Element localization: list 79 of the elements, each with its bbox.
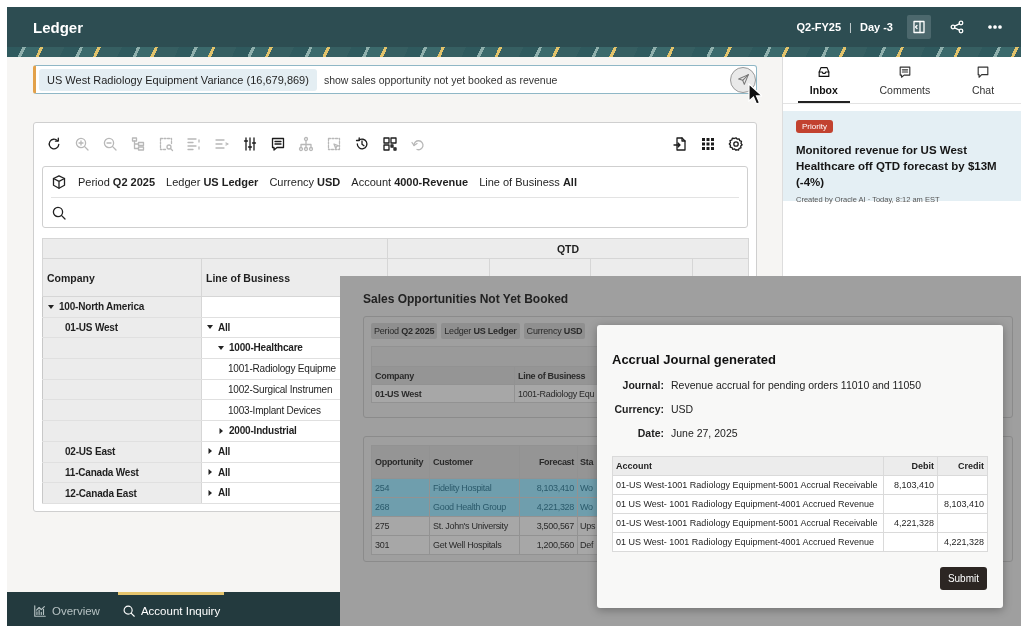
line-of-business-label: 2000-Industrial <box>229 425 297 437</box>
company-label: 02-US East <box>65 446 116 458</box>
apps-grid-icon[interactable] <box>700 136 716 152</box>
day-label: Day -3 <box>859 21 893 33</box>
comment-icon[interactable] <box>270 136 286 152</box>
column-header: Company <box>42 258 202 297</box>
filter-label[interactable]: Currency USD <box>269 176 341 188</box>
company-label: 01-US West <box>65 322 118 334</box>
filter-chip[interactable]: Period Q2 2025 <box>371 323 438 339</box>
expand-caret-icon[interactable] <box>217 426 225 435</box>
line-of-business-label: All <box>218 466 231 478</box>
refresh-icon[interactable] <box>46 136 62 152</box>
column-header: Debit <box>883 456 938 476</box>
sliders-icon[interactable] <box>242 136 258 152</box>
settings-icon[interactable] <box>728 136 744 152</box>
app-title: Ledger <box>33 18 83 36</box>
dialog-title: Accrual Journal generated <box>612 352 777 367</box>
expand-caret-icon[interactable] <box>206 468 214 477</box>
table-row[interactable]: 301 Get Well Hospitals 1,200,560 Def <box>371 535 598 555</box>
line-of-business-label: 1003-Implant Devices <box>228 404 321 416</box>
comment-icon <box>897 64 912 79</box>
field-label: Currency: <box>613 403 664 415</box>
panel-toggle-icon[interactable] <box>907 15 931 39</box>
expand-caret-icon[interactable] <box>206 447 214 456</box>
column-header: QTD <box>387 238 749 259</box>
filter-label[interactable]: Line of Business All <box>479 176 577 188</box>
filter-label[interactable]: Period Q2 2025 <box>78 176 156 188</box>
line-of-business-label: All <box>218 321 231 333</box>
column-header: Forecast <box>519 445 578 479</box>
line-of-business-label: 1001-Radiology Equipme <box>228 363 336 375</box>
cube-icon[interactable] <box>51 174 67 190</box>
panel-tab[interactable]: Chat <box>959 57 1007 103</box>
field-value: Revenue accrual for pending orders 11010 and 11050 <box>671 379 923 391</box>
filter-label[interactable]: Ledger US Ledger <box>166 176 259 188</box>
notification-title: Monitored revenue for US West Healthcare off QTD forecast by $13M (-4%) <box>796 143 998 190</box>
send-icon <box>736 73 750 86</box>
filter-chip[interactable]: Ledger US Ledger <box>441 323 520 339</box>
company-label: 12-Canada East <box>65 487 137 499</box>
context-chip[interactable]: US West Radiology Equipment Variance (16,679,869) <box>39 68 317 91</box>
column-header: Customer <box>429 445 520 479</box>
column-header: Credit <box>937 456 988 476</box>
filter-chip[interactable]: Currency USD <box>523 323 586 339</box>
history-icon[interactable] <box>354 136 370 152</box>
chat-icon <box>976 64 991 79</box>
period-label: Q2-FY25 <box>796 21 842 33</box>
nav-tab[interactable]: Overview <box>29 592 104 626</box>
collapse-caret-icon[interactable] <box>47 302 55 311</box>
mouse-cursor-icon <box>748 83 762 105</box>
send-button[interactable] <box>730 66 756 93</box>
export-icon[interactable] <box>672 136 688 152</box>
column-header: Opportunity <box>371 445 430 479</box>
chart-icon <box>33 603 47 618</box>
panel-tab[interactable]: Inbox <box>797 57 850 103</box>
line-of-business-label: 1000-Healthcare <box>229 342 303 354</box>
column-header: Sta <box>577 445 598 479</box>
expand-caret-icon[interactable] <box>206 488 214 497</box>
table-row[interactable]: 275 St. John's University 3,500,567 Ups <box>371 516 598 536</box>
column-header: Account <box>612 456 884 476</box>
field-label: Date: <box>636 427 664 439</box>
field-value: USD <box>671 403 695 415</box>
field-label: Journal: <box>621 379 664 391</box>
panel-tab[interactable]: Comments <box>867 57 943 103</box>
field-value: June 27, 2025 <box>671 427 739 439</box>
submit-button[interactable]: Submit <box>939 567 987 590</box>
separator: | <box>849 21 852 33</box>
line-of-business-label: All <box>218 445 231 457</box>
line-of-business-label: 1002-Surgical Instrumen <box>228 384 333 396</box>
company-label: 100-North America <box>59 301 145 313</box>
nav-tab[interactable]: Account Inquiry <box>117 592 225 626</box>
prompt-text: show sales opportunity not yet booked as revenue <box>323 73 559 86</box>
priority-badge: Priority <box>796 120 833 133</box>
grid-icon[interactable] <box>382 136 398 152</box>
search-icon <box>121 603 136 618</box>
search-icon[interactable] <box>51 205 67 221</box>
company-label: 11-Canada West <box>65 466 139 478</box>
collapse-caret-icon[interactable] <box>217 343 225 352</box>
filter-label[interactable]: Account 4000-Revenue <box>351 176 469 188</box>
line-of-business-label: All <box>218 487 231 499</box>
inbox-icon <box>816 64 831 79</box>
